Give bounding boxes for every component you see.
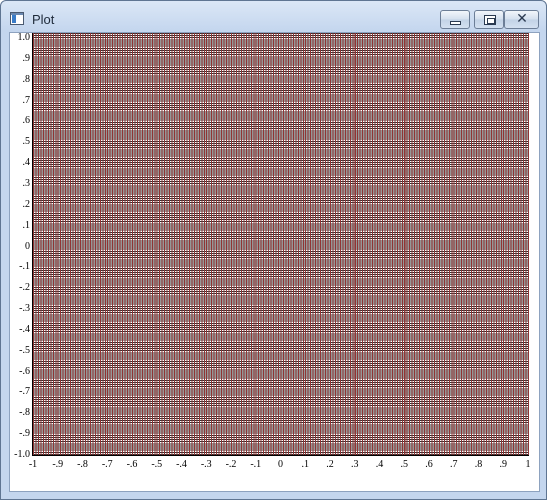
x-tick-label: -.9 bbox=[52, 459, 64, 470]
y-tick-label: 1.0 bbox=[17, 32, 31, 43]
minimize-icon bbox=[450, 21, 461, 25]
x-tick-label: .1 bbox=[301, 459, 310, 470]
y-tick-label: -.8 bbox=[19, 407, 30, 419]
close-icon: ✕ bbox=[516, 11, 528, 27]
y-tick-label: -.2 bbox=[19, 282, 30, 294]
minimize-button[interactable] bbox=[440, 10, 470, 29]
window-title: Plot bbox=[32, 12, 55, 27]
close-button[interactable]: ✕ bbox=[504, 10, 539, 29]
y-tick-label: -.6 bbox=[19, 365, 30, 377]
y-tick-label: .4 bbox=[22, 157, 31, 169]
y-tick-label: .7 bbox=[22, 94, 31, 106]
x-tick-label: -.8 bbox=[77, 459, 88, 470]
x-tick-label: .3 bbox=[351, 459, 359, 470]
y-tick-label: -.5 bbox=[19, 344, 30, 356]
maximize-icon bbox=[484, 15, 496, 25]
y-tick-label: -.3 bbox=[19, 303, 30, 315]
plot-grid bbox=[33, 33, 529, 456]
x-tick-label: -.1 bbox=[250, 459, 262, 470]
x-tick-label: -.7 bbox=[101, 459, 113, 470]
y-tick-label: .5 bbox=[22, 136, 31, 148]
x-tick-label: -1 bbox=[28, 459, 38, 470]
y-tick-label: .9 bbox=[22, 52, 31, 64]
x-tick-label: -.5 bbox=[151, 459, 163, 470]
y-tick-label: .2 bbox=[22, 198, 31, 210]
x-tick-label: .8 bbox=[474, 459, 483, 470]
app-window-icon[interactable] bbox=[10, 12, 24, 25]
x-tick-label: 1 bbox=[525, 459, 531, 470]
y-axis-line bbox=[32, 33, 33, 456]
maximize-button[interactable] bbox=[474, 10, 504, 29]
x-tick-label: .9 bbox=[499, 459, 508, 470]
y-tick-label: .8 bbox=[22, 73, 31, 85]
y-tick-label: -.9 bbox=[19, 428, 30, 440]
y-tick-label: -1.0 bbox=[14, 449, 30, 460]
x-tick-label: .2 bbox=[326, 459, 334, 470]
x-tick-label: -.4 bbox=[176, 459, 187, 470]
y-tick-label: 0 bbox=[25, 240, 30, 252]
x-tick-label: .7 bbox=[450, 459, 458, 470]
y-tick-label: .1 bbox=[22, 219, 31, 231]
x-tick-label: 0 bbox=[278, 459, 283, 470]
x-axis-line bbox=[32, 455, 529, 456]
x-tick-label: .5 bbox=[400, 459, 409, 470]
y-tick-label: -.1 bbox=[19, 261, 30, 273]
title-bar[interactable]: Plot ✕ bbox=[1, 1, 546, 33]
y-tick-label: -.4 bbox=[19, 323, 30, 335]
x-tick-label: .4 bbox=[375, 459, 384, 470]
x-tick-label: -.2 bbox=[225, 459, 237, 470]
y-tick-label: .6 bbox=[22, 115, 31, 127]
y-tick-label: -.7 bbox=[19, 386, 30, 398]
x-tick-label: -.3 bbox=[200, 459, 212, 470]
x-tick-label: -.6 bbox=[126, 459, 138, 470]
x-tick-label: .6 bbox=[425, 459, 433, 470]
y-tick-label: .3 bbox=[22, 177, 31, 189]
